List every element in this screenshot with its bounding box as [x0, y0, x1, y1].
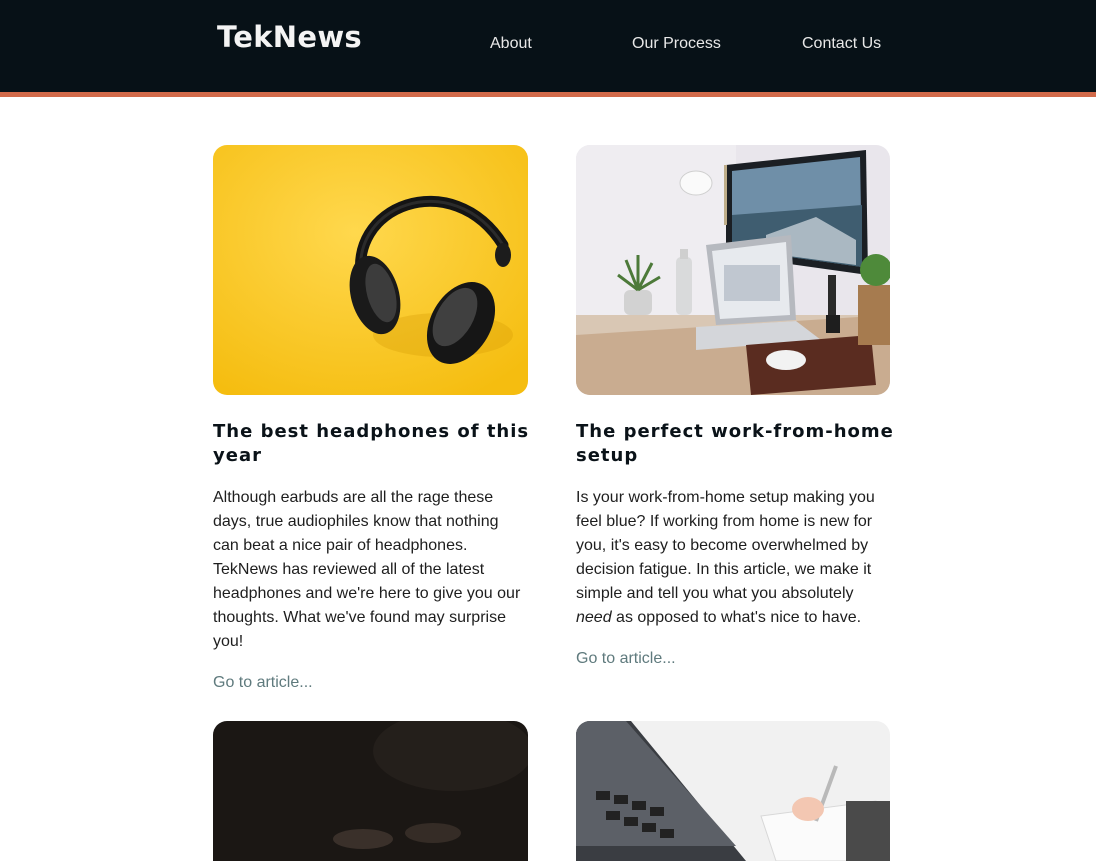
nav-link-our-process[interactable]: Our Process [632, 35, 721, 53]
nav-link-contact-us[interactable]: Contact Us [802, 35, 881, 53]
header-accent-stripe [0, 92, 1096, 97]
site-header: TekNews About Our Process Contact Us [0, 0, 1096, 92]
nav-link-about[interactable]: About [490, 35, 532, 53]
article-image-laptop-notebook[interactable] [576, 721, 890, 861]
site-logo[interactable]: TekNews [217, 20, 362, 54]
article-title[interactable]: The best headphones of this year [213, 420, 533, 468]
article-summary: Although earbuds are all the rage these … [213, 489, 521, 650]
go-to-article-link[interactable]: Go to article... [213, 674, 313, 692]
summary-emphasis: need [576, 609, 612, 626]
summary-text: Is your work-from-home setup making you … [576, 489, 875, 602]
article-image-desk-setup[interactable] [576, 145, 890, 395]
article-image-headphones[interactable] [213, 145, 528, 395]
go-to-article-link[interactable]: Go to article... [576, 650, 676, 668]
article-image-dark-hands[interactable] [213, 721, 528, 861]
summary-text: as opposed to what's nice to have. [616, 609, 862, 626]
article-summary: Is your work-from-home setup making you … [576, 486, 886, 630]
article-title[interactable]: The perfect work-from-home setup [576, 420, 896, 468]
